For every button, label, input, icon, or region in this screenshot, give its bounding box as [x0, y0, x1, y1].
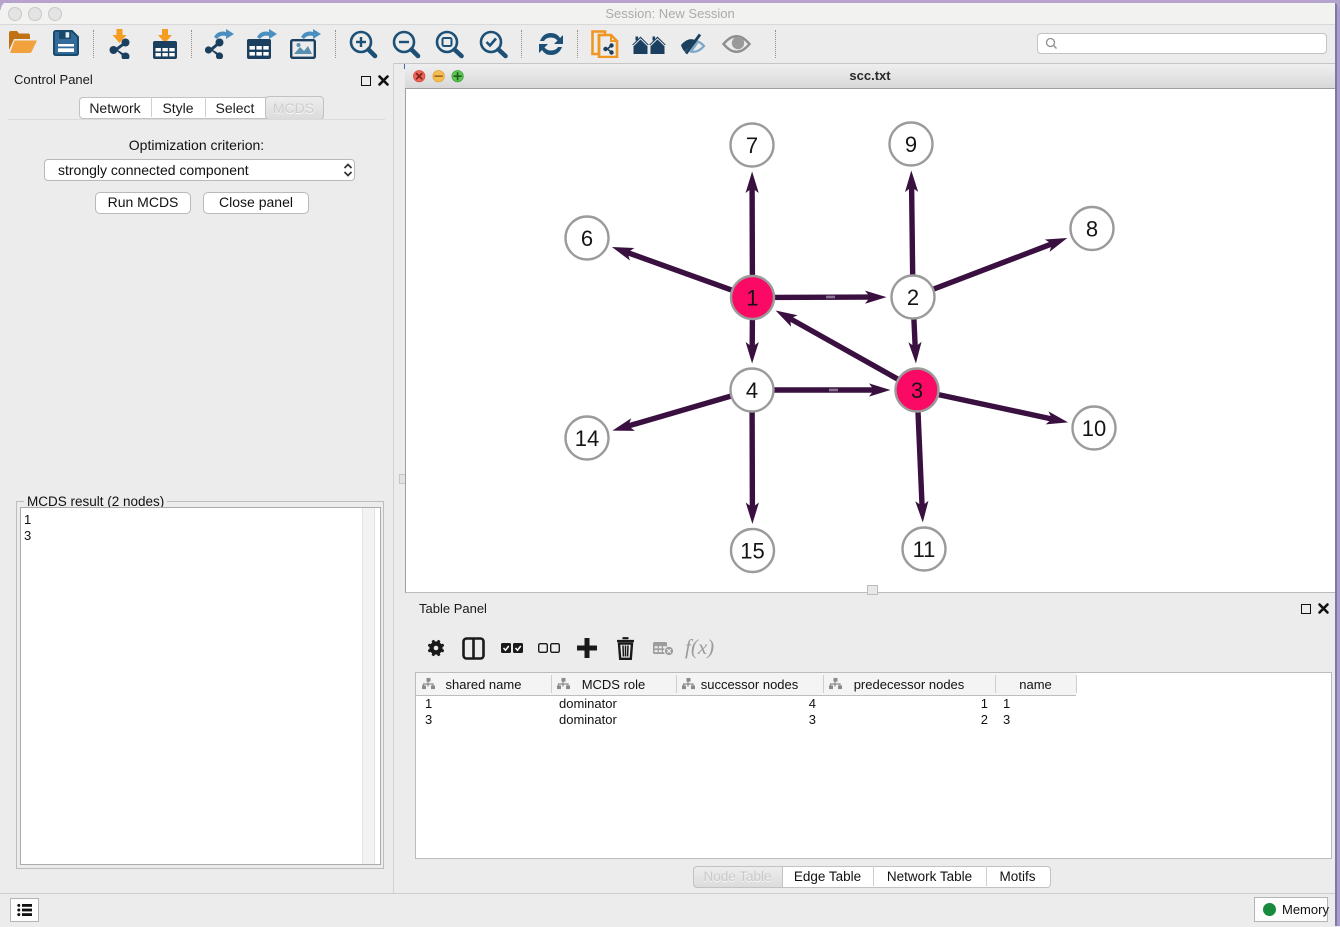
svg-text:15: 15 — [740, 539, 764, 564]
svg-text:3: 3 — [911, 378, 923, 403]
svg-text:7: 7 — [746, 133, 758, 158]
svg-text:8: 8 — [1086, 217, 1098, 242]
svg-text:2: 2 — [907, 285, 919, 310]
svg-text:11: 11 — [913, 537, 936, 562]
svg-text:14: 14 — [575, 426, 599, 451]
svg-text:10: 10 — [1082, 416, 1106, 441]
svg-text:1: 1 — [746, 286, 758, 311]
svg-text:4: 4 — [746, 378, 758, 403]
svg-text:6: 6 — [581, 226, 593, 251]
svg-text:9: 9 — [905, 132, 917, 157]
